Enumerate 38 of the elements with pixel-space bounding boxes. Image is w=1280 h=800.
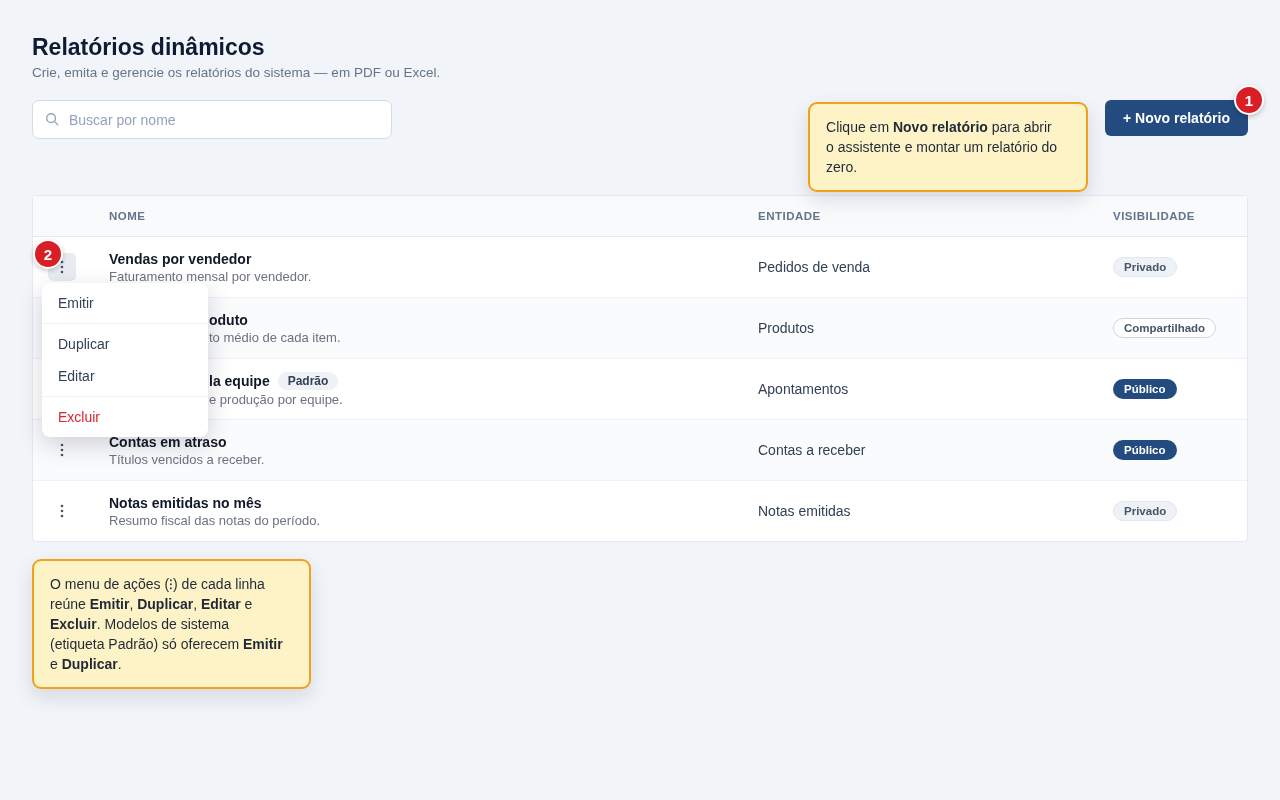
- visibility-badge: Privado: [1113, 257, 1178, 277]
- report-name: Contas em atraso: [109, 433, 227, 450]
- default-tag: Padrão: [277, 371, 339, 390]
- more-icon: [60, 504, 64, 518]
- column-header: NOME: [109, 210, 147, 222]
- search-field[interactable]: Buscar por nome: [32, 100, 392, 139]
- visibility-badge: Público: [1113, 440, 1177, 460]
- step-badge: 2: [33, 239, 63, 269]
- page-title: Relatórios dinâmicos: [32, 34, 266, 61]
- visibility-badge: Público: [1113, 379, 1177, 399]
- step-badge: 1: [1234, 85, 1264, 115]
- hint-callout: Clique em Novo relatório para abrir o assistente e montar um relatório do zero.: [808, 102, 1089, 192]
- visibility-badge: Compartilhado: [1113, 318, 1217, 338]
- entity-cell-text: Produtos: [758, 320, 816, 336]
- menu-item[interactable]: Duplicar: [42, 328, 208, 360]
- report-description: Títulos vencidos a receber.: [109, 451, 266, 467]
- report-name: la equipe: [209, 372, 270, 389]
- more-icon: [60, 260, 64, 274]
- report-description: e produção por equipe.: [209, 391, 344, 407]
- entity-cell-text: Pedidos de venda: [758, 259, 872, 275]
- entity-cell-text: Apontamentos: [758, 381, 850, 397]
- entity-cell-text: Notas emitidas: [758, 503, 852, 519]
- menu-item[interactable]: Excluir: [42, 401, 208, 433]
- report-name: oduto: [209, 311, 248, 328]
- menu-item[interactable]: Emitir: [42, 287, 208, 319]
- report-description: to médio de cada item.: [209, 329, 342, 345]
- column-header: ENTIDADE: [758, 210, 822, 222]
- column-header: VISIBILIDADE: [1113, 210, 1197, 222]
- report-name: Notas emitidas no mês: [109, 494, 262, 511]
- visibility-badge: Privado: [1113, 501, 1178, 521]
- page-subtitle: Crie, emita e gerencie os relatórios do sistema — em PDF ou Excel.: [32, 65, 442, 80]
- report-description: Resumo fiscal das notas do período.: [109, 512, 321, 528]
- report-description: Faturamento mensal por vendedor.: [109, 268, 313, 284]
- menu-item[interactable]: Editar: [42, 360, 208, 392]
- more-icon: [60, 443, 64, 457]
- hint-callout: O menu de ações (⁝) de cada linha reúne Emitir, Duplicar, Editar e Excluir. Modelos de sistema (etiqueta Padrão) só oferecem Emitir e Duplicar.: [32, 559, 311, 689]
- entity-cell-text: Contas a receber: [758, 442, 867, 458]
- report-name: Vendas por vendedor: [109, 250, 252, 267]
